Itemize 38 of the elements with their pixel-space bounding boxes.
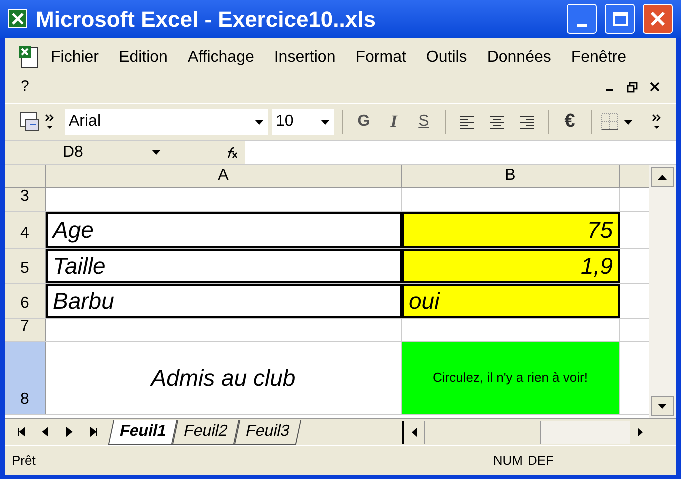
table-cell: oui: [402, 284, 620, 318]
menu-item[interactable]: Outils: [416, 42, 478, 74]
sheet-tab[interactable]: Feuil1: [108, 420, 178, 444]
table-cell: Barbu: [46, 284, 402, 318]
menu-item[interactable]: Affichage: [178, 42, 264, 74]
table-cell: 75: [402, 212, 620, 248]
menu-item[interactable]: Données: [477, 42, 562, 74]
menu-item[interactable]: Fichier: [41, 42, 110, 74]
row-header[interactable]: 8: [5, 342, 46, 414]
row-header[interactable]: 4: [5, 212, 46, 248]
status-indicator: DEF: [528, 452, 554, 470]
column-header[interactable]: B: [402, 165, 620, 187]
status-text: Prêt: [12, 452, 37, 470]
row-header[interactable]: 6: [5, 284, 46, 318]
row-header[interactable]: 5: [5, 249, 46, 283]
table-cell: Taille: [46, 249, 402, 283]
menu-item[interactable]: Format: [346, 42, 416, 74]
column-header[interactable]: A: [46, 165, 402, 187]
row-header[interactable]: 3: [5, 188, 46, 211]
menu-item[interactable]: Edition: [109, 42, 178, 74]
font-dropdown[interactable]: Arial: [65, 109, 268, 135]
menu-item[interactable]: ?: [17, 76, 34, 98]
name-box[interactable]: D8: [5, 141, 165, 164]
table-cell: Age: [46, 212, 402, 248]
sheet-tab[interactable]: Feuil3: [234, 420, 302, 444]
table-cell: Circulez, il n'y a rien à voir!: [402, 342, 620, 414]
table-cell: 1,9: [402, 249, 620, 283]
size-dropdown[interactable]: 10: [272, 109, 334, 135]
italic-button[interactable]: I: [381, 109, 407, 135]
window-title: Microsoft Excel - Exercice10..xls: [36, 6, 376, 34]
euro-button[interactable]: €: [557, 108, 583, 136]
sheet-tab[interactable]: Feuil2: [172, 420, 240, 444]
menu-item[interactable]: Insertion: [264, 42, 346, 74]
underline-button[interactable]: S: [411, 110, 437, 134]
status-indicator: NUM: [493, 452, 523, 470]
row-header[interactable]: 7: [5, 319, 46, 341]
menu-item[interactable]: Fenêtre: [561, 42, 636, 74]
bold-button[interactable]: G: [351, 110, 377, 134]
